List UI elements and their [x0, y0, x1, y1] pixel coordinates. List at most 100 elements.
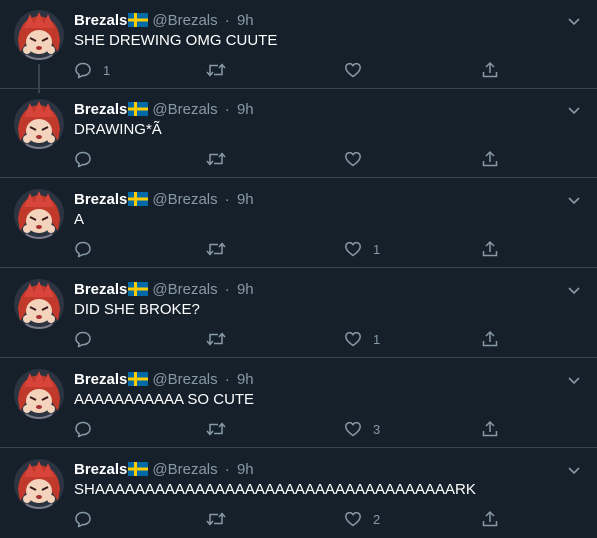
- retweet-icon: [206, 240, 226, 258]
- separator-dot: ·: [224, 371, 230, 388]
- tweet-actions: 1: [74, 60, 514, 80]
- sweden-flag-icon: [128, 192, 149, 212]
- share-icon: [481, 420, 499, 438]
- timestamp[interactable]: 9h: [237, 461, 254, 478]
- retweet-button[interactable]: [206, 239, 237, 259]
- retweet-icon: [206, 61, 226, 79]
- like-button[interactable]: 3: [344, 419, 380, 439]
- chevron-down-icon[interactable]: [566, 282, 582, 298]
- timestamp[interactable]: 9h: [237, 12, 254, 29]
- display-name[interactable]: Brezals: [74, 461, 127, 478]
- like-button[interactable]: 2: [344, 509, 380, 529]
- share-button[interactable]: [481, 419, 499, 439]
- tweet[interactable]: Brezals @Brezals · 9h DID SHE BROKE? 1: [0, 269, 597, 358]
- share-button[interactable]: [481, 149, 499, 169]
- display-name[interactable]: Brezals: [74, 101, 127, 118]
- sweden-flag-icon: [128, 372, 149, 392]
- reply-button[interactable]: [74, 149, 103, 169]
- tweet[interactable]: Brezals @Brezals · 9h SHAAAAAAAAAAAAAAAAA…: [0, 449, 597, 538]
- heart-icon: [344, 150, 362, 168]
- like-button[interactable]: 1: [344, 329, 380, 349]
- display-name[interactable]: Brezals: [74, 191, 127, 208]
- reply-button[interactable]: [74, 239, 103, 259]
- chevron-down-icon[interactable]: [566, 192, 582, 208]
- tweet-text: DRAWING*Ã: [74, 121, 162, 138]
- avatar[interactable]: [14, 10, 64, 60]
- retweet-button[interactable]: [206, 509, 237, 529]
- tweet[interactable]: Brezals @Brezals · 9h DRAWING*Ã: [0, 89, 597, 178]
- share-button[interactable]: [481, 329, 499, 349]
- handle[interactable]: @Brezals: [152, 371, 217, 388]
- separator-dot: ·: [224, 12, 230, 29]
- timestamp[interactable]: 9h: [237, 101, 254, 118]
- tweet-text: SHE DREWING OMG CUUTE: [74, 32, 278, 49]
- heart-icon: [344, 510, 362, 528]
- heart-icon: [344, 240, 362, 258]
- chevron-down-icon[interactable]: [566, 462, 582, 478]
- tweet-header: Brezals @Brezals · 9h: [74, 280, 254, 300]
- share-icon: [481, 61, 499, 79]
- reply-button[interactable]: [74, 509, 103, 529]
- avatar[interactable]: [14, 279, 64, 329]
- like-button[interactable]: [344, 149, 373, 169]
- sweden-flag-icon: [128, 13, 149, 33]
- tweet-actions: 3: [74, 419, 514, 439]
- share-icon: [481, 330, 499, 348]
- tweet-header: Brezals @Brezals · 9h: [74, 190, 254, 210]
- reply-icon: [74, 150, 92, 168]
- handle[interactable]: @Brezals: [152, 281, 217, 298]
- tweet-header: Brezals @Brezals · 9h: [74, 460, 254, 480]
- tweet-header: Brezals @Brezals · 9h: [74, 11, 254, 31]
- share-button[interactable]: [481, 239, 499, 259]
- avatar[interactable]: [14, 189, 64, 239]
- display-name[interactable]: Brezals: [74, 281, 127, 298]
- timestamp[interactable]: 9h: [237, 371, 254, 388]
- separator-dot: ·: [224, 461, 230, 478]
- reply-icon: [74, 330, 92, 348]
- avatar[interactable]: [14, 369, 64, 419]
- heart-icon: [344, 420, 362, 438]
- retweet-button[interactable]: [206, 419, 237, 439]
- like-button[interactable]: 1: [344, 239, 380, 259]
- like-count: 2: [373, 511, 381, 527]
- chevron-down-icon[interactable]: [566, 13, 582, 29]
- like-count: 1: [373, 331, 381, 347]
- tweet[interactable]: Brezals @Brezals · 9h A 1: [0, 179, 597, 268]
- share-button[interactable]: [481, 509, 499, 529]
- share-icon: [481, 240, 499, 258]
- display-name[interactable]: Brezals: [74, 371, 127, 388]
- tweet[interactable]: Brezals @Brezals · 9h AAAAAAAAAAA SO CUTE…: [0, 359, 597, 448]
- reply-icon: [74, 510, 92, 528]
- retweet-button[interactable]: [206, 149, 237, 169]
- timestamp[interactable]: 9h: [237, 281, 254, 298]
- handle[interactable]: @Brezals: [152, 101, 217, 118]
- tweet-text: SHAAAAAAAAAAAAAAAAAAAAAAAAAAAAAAAAAAAARK: [74, 481, 476, 498]
- handle[interactable]: @Brezals: [152, 461, 217, 478]
- avatar[interactable]: [14, 459, 64, 509]
- share-button[interactable]: [481, 60, 499, 80]
- reply-button[interactable]: [74, 329, 103, 349]
- retweet-button[interactable]: [206, 60, 237, 80]
- like-button[interactable]: [344, 60, 373, 80]
- heart-icon: [344, 330, 362, 348]
- tweet-header: Brezals @Brezals · 9h: [74, 370, 254, 390]
- tweet-actions: 1: [74, 329, 514, 349]
- retweet-button[interactable]: [206, 329, 237, 349]
- chevron-down-icon[interactable]: [566, 372, 582, 388]
- reply-button[interactable]: 1: [74, 60, 110, 80]
- share-icon: [481, 150, 499, 168]
- tweet[interactable]: Brezals @Brezals · 9h SHE DREWING OMG CUU…: [0, 0, 597, 93]
- handle[interactable]: @Brezals: [152, 12, 217, 29]
- separator-dot: ·: [224, 281, 230, 298]
- reply-button[interactable]: [74, 419, 103, 439]
- tweet-text: AAAAAAAAAAA SO CUTE: [74, 391, 255, 408]
- sweden-flag-icon: [128, 462, 149, 482]
- timestamp[interactable]: 9h: [237, 191, 254, 208]
- tweet-actions: 2: [74, 509, 514, 529]
- retweet-icon: [206, 420, 226, 438]
- share-icon: [481, 510, 499, 528]
- display-name[interactable]: Brezals: [74, 12, 127, 29]
- chevron-down-icon[interactable]: [566, 102, 582, 118]
- handle[interactable]: @Brezals: [152, 191, 217, 208]
- avatar[interactable]: [14, 99, 64, 149]
